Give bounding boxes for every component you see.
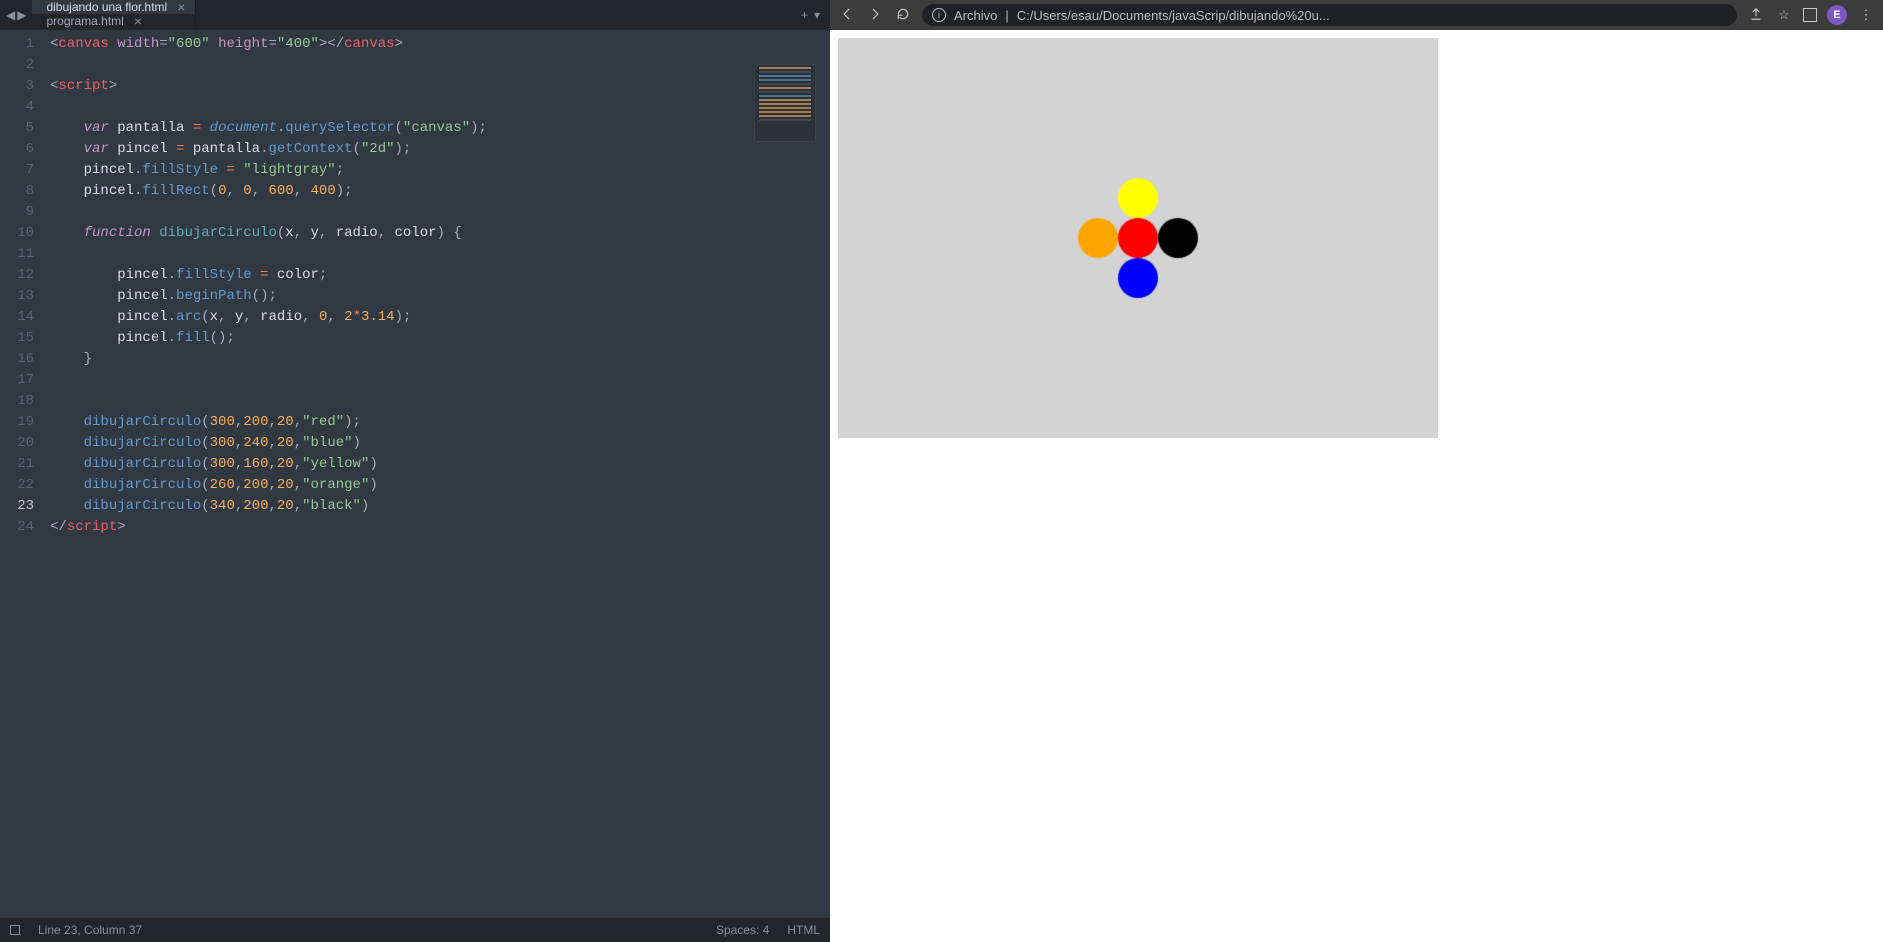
code-line[interactable]: </script>: [50, 517, 830, 538]
code-line[interactable]: [50, 244, 830, 265]
code-line[interactable]: dibujarCirculo(260,200,20,"orange"): [50, 475, 830, 496]
code-line[interactable]: var pantalla = document.querySelector("c…: [50, 118, 830, 139]
close-icon[interactable]: ×: [177, 0, 185, 14]
line-gutter: 123456789101112131415161718192021222324: [0, 30, 44, 918]
rendered-canvas: [838, 38, 1438, 438]
editor-tab[interactable]: programa.html ×: [32, 14, 196, 28]
code-line[interactable]: <script>: [50, 76, 830, 97]
code-area[interactable]: 123456789101112131415161718192021222324 …: [0, 30, 830, 918]
code-line[interactable]: dibujarCirculo(300,200,20,"red");: [50, 412, 830, 433]
tab-bar: ◀ ▶ dibujando una flor.html×programa.htm…: [0, 0, 830, 30]
tab-title: dibujando una flor.html: [46, 0, 167, 14]
code-line[interactable]: pincel.fillRect(0, 0, 600, 400);: [50, 181, 830, 202]
tab-actions: + ▾: [791, 0, 830, 30]
code-line[interactable]: var pincel = pantalla.getContext("2d");: [50, 139, 830, 160]
address-label: Archivo: [954, 8, 997, 23]
statusbar-panel-icon[interactable]: [10, 925, 20, 935]
code-line[interactable]: dibujarCirculo(300,160,20,"yellow"): [50, 454, 830, 475]
tab-title: programa.html: [46, 14, 123, 28]
profile-avatar[interactable]: E: [1827, 5, 1847, 25]
status-syntax[interactable]: HTML: [787, 923, 820, 937]
code-line[interactable]: dibujarCirculo(340,200,20,"black"): [50, 496, 830, 517]
code-content[interactable]: <canvas width="600" height="400"></canva…: [44, 30, 830, 918]
browser-pane: i Archivo | C:/Users/esau/Documents/java…: [830, 0, 1883, 942]
tab-next-icon[interactable]: ▶: [17, 8, 26, 22]
browser-toolbar: i Archivo | C:/Users/esau/Documents/java…: [830, 0, 1883, 30]
code-line[interactable]: [50, 97, 830, 118]
forward-icon[interactable]: [866, 7, 884, 24]
code-line[interactable]: pincel.arc(x, y, radio, 0, 2*3.14);: [50, 307, 830, 328]
status-cursor-position[interactable]: Line 23, Column 37: [38, 923, 142, 937]
extensions-icon[interactable]: [1803, 8, 1817, 22]
status-indentation[interactable]: Spaces: 4: [716, 923, 769, 937]
browser-menu-icon[interactable]: ⋮: [1857, 7, 1875, 23]
bookmark-star-icon[interactable]: ☆: [1775, 7, 1793, 23]
back-icon[interactable]: [838, 7, 856, 24]
code-line[interactable]: [50, 55, 830, 76]
code-line[interactable]: [50, 202, 830, 223]
new-tab-icon[interactable]: +: [801, 8, 808, 22]
code-line[interactable]: function dibujarCirculo(x, y, radio, col…: [50, 223, 830, 244]
tab-prev-icon[interactable]: ◀: [6, 8, 15, 22]
reload-icon[interactable]: [894, 7, 912, 24]
code-line[interactable]: dibujarCirculo(300,240,20,"blue"): [50, 433, 830, 454]
editor-tab[interactable]: dibujando una flor.html ×: [32, 0, 196, 14]
code-line[interactable]: pincel.fill();: [50, 328, 830, 349]
code-line[interactable]: [50, 391, 830, 412]
status-bar: Line 23, Column 37 Spaces: 4 HTML: [0, 918, 830, 942]
code-line[interactable]: pincel.fillStyle = color;: [50, 265, 830, 286]
address-bar[interactable]: i Archivo | C:/Users/esau/Documents/java…: [922, 4, 1737, 26]
address-separator: |: [1005, 8, 1008, 23]
tab-history-nav: ◀ ▶: [0, 0, 32, 30]
editor-pane: ◀ ▶ dibujando una flor.html×programa.htm…: [0, 0, 830, 942]
close-icon[interactable]: ×: [134, 14, 142, 28]
browser-viewport: [830, 30, 1883, 942]
code-line[interactable]: }: [50, 349, 830, 370]
site-info-icon[interactable]: i: [932, 8, 946, 22]
code-line[interactable]: pincel.beginPath();: [50, 286, 830, 307]
tab-menu-icon[interactable]: ▾: [814, 8, 820, 22]
share-icon[interactable]: [1747, 7, 1765, 24]
code-line[interactable]: pincel.fillStyle = "lightgray";: [50, 160, 830, 181]
code-line[interactable]: [50, 370, 830, 391]
address-path: C:/Users/esau/Documents/javaScrip/dibuja…: [1017, 8, 1330, 23]
minimap[interactable]: [754, 64, 816, 142]
code-line[interactable]: <canvas width="600" height="400"></canva…: [50, 34, 830, 55]
